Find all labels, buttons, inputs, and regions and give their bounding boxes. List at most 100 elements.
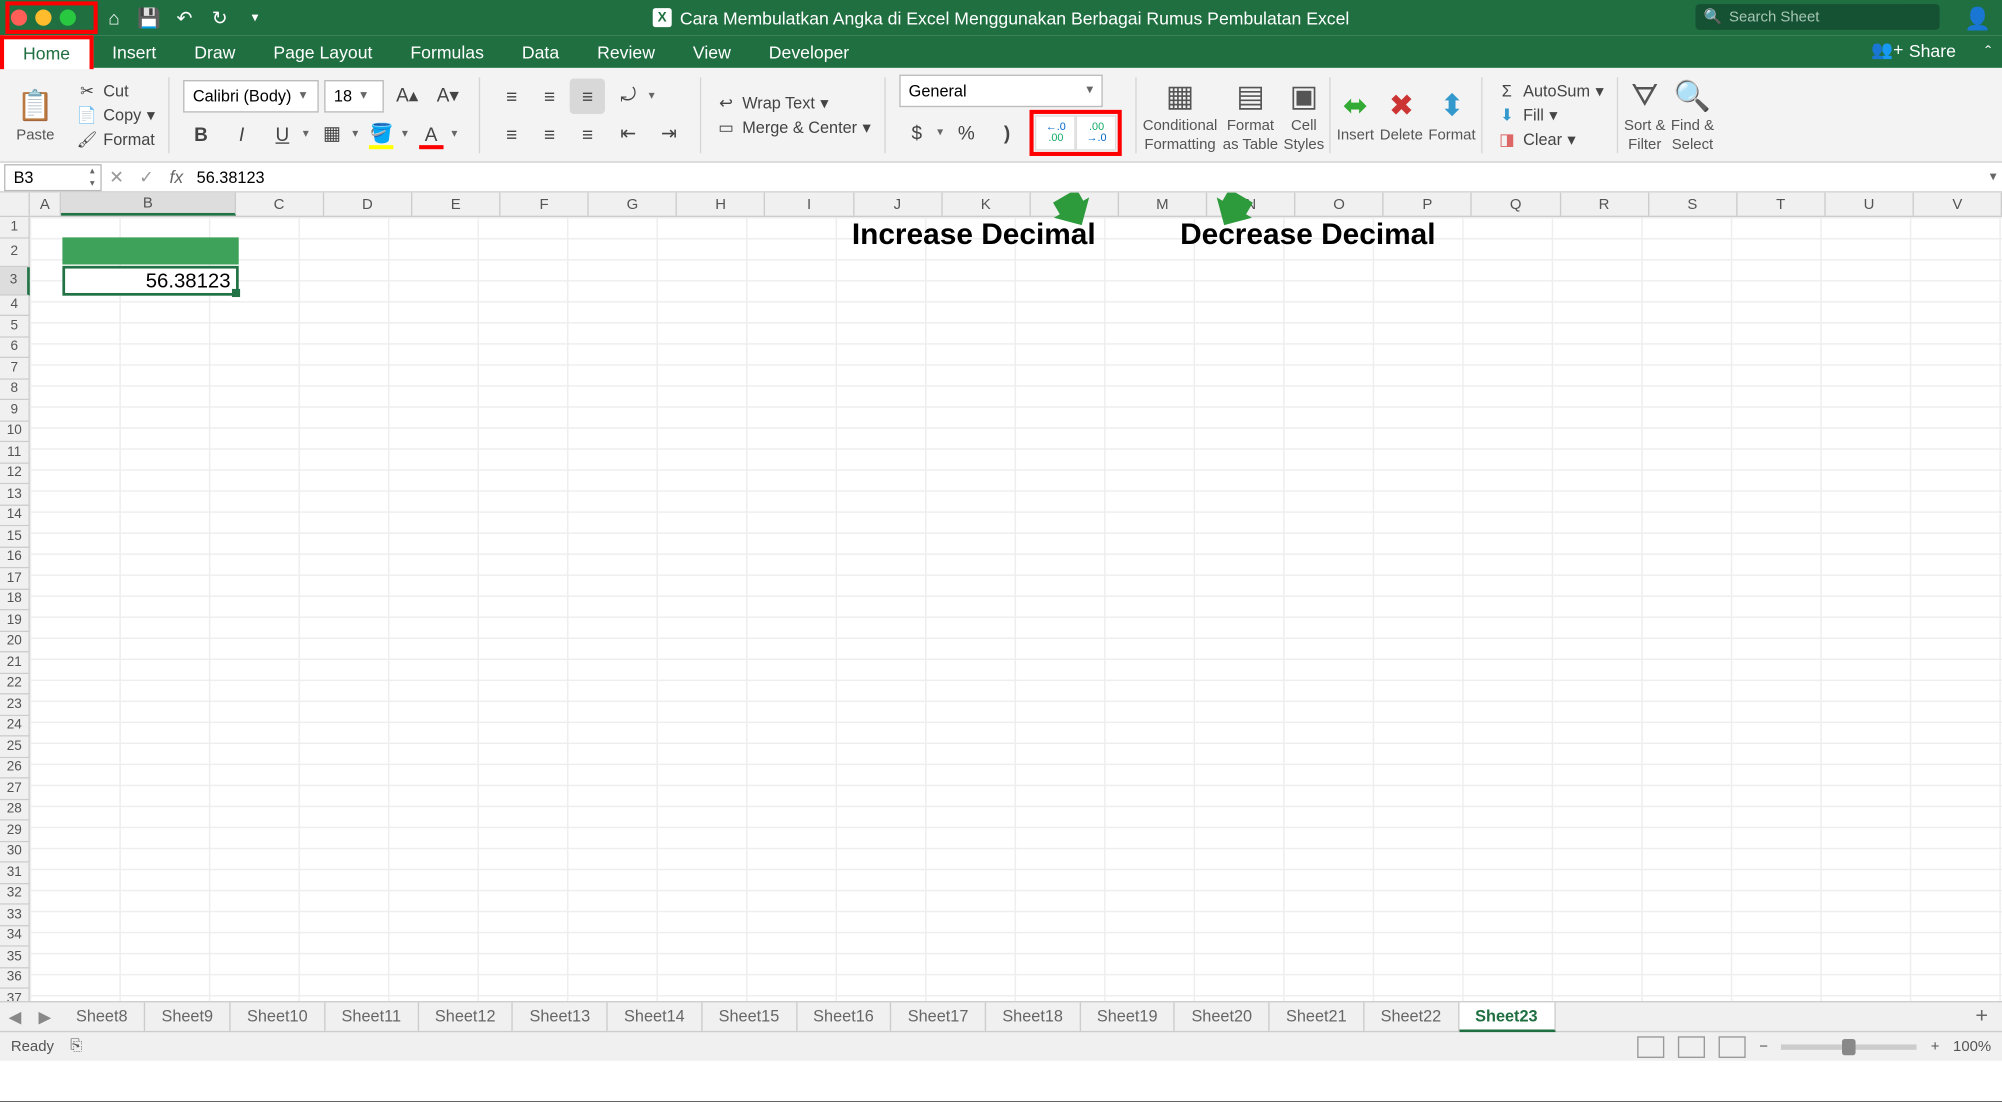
row-header-23[interactable]: 23	[0, 694, 30, 715]
cell-b2[interactable]	[62, 237, 238, 264]
row-header-29[interactable]: 29	[0, 821, 30, 842]
align-bottom-icon[interactable]: ≡	[570, 78, 605, 113]
user-icon[interactable]: 👤	[1964, 5, 1988, 29]
row-header-33[interactable]: 33	[0, 905, 30, 926]
row-header-22[interactable]: 22	[0, 673, 30, 694]
tab-view[interactable]: View	[674, 37, 750, 68]
insert-cells-button[interactable]: ⬌Insert	[1336, 86, 1374, 143]
font-color-button[interactable]: A	[413, 116, 448, 151]
sheet-nav-next-icon[interactable]: ▶	[30, 1007, 60, 1026]
save-icon[interactable]: 💾	[138, 7, 160, 29]
bold-button[interactable]: B	[183, 116, 218, 151]
col-header-d[interactable]: D	[324, 193, 412, 216]
fill-color-button[interactable]: 🪣	[364, 116, 399, 151]
qat-more-icon[interactable]: ▾	[244, 7, 266, 29]
tab-draw[interactable]: Draw	[175, 37, 254, 68]
col-header-v[interactable]: V	[1914, 193, 2002, 216]
row-header-13[interactable]: 13	[0, 484, 30, 505]
delete-cells-button[interactable]: ✖Delete	[1380, 86, 1423, 143]
name-box[interactable]: B3▴▾	[4, 163, 102, 190]
row-header-14[interactable]: 14	[0, 505, 30, 526]
cell-b3-selected[interactable]: 56.38123	[62, 266, 238, 296]
col-header-c[interactable]: C	[236, 193, 324, 216]
col-header-a[interactable]: A	[29, 193, 61, 216]
sheet-tab-sheet17[interactable]: Sheet17	[891, 1002, 986, 1032]
find-select-button[interactable]: 🔍Find &Select	[1671, 77, 1714, 153]
row-header-28[interactable]: 28	[0, 800, 30, 821]
sheet-tab-sheet14[interactable]: Sheet14	[608, 1002, 703, 1032]
row-header-10[interactable]: 10	[0, 421, 30, 442]
col-header-r[interactable]: R	[1561, 193, 1649, 216]
border-button[interactable]: ▦	[314, 116, 349, 151]
row-header-21[interactable]: 21	[0, 652, 30, 673]
format-cells-button[interactable]: ⬍Format	[1428, 86, 1475, 143]
col-header-q[interactable]: Q	[1472, 193, 1560, 216]
row-header-6[interactable]: 6	[0, 337, 30, 358]
align-top-icon[interactable]: ≡	[494, 78, 529, 113]
col-header-j[interactable]: J	[854, 193, 942, 216]
decrease-font-icon[interactable]: A▾	[430, 78, 465, 113]
row-header-19[interactable]: 19	[0, 610, 30, 631]
search-sheet-input[interactable]: 🔍 Search Sheet	[1696, 4, 1940, 30]
row-header-26[interactable]: 26	[0, 758, 30, 779]
tab-insert[interactable]: Insert	[93, 37, 175, 68]
col-header-b[interactable]: B	[62, 193, 236, 216]
increase-indent-icon[interactable]: ⇥	[651, 116, 686, 151]
currency-icon[interactable]: $	[899, 115, 934, 150]
row-header-37[interactable]: 37	[0, 989, 30, 1001]
minimize-window-button[interactable]	[35, 9, 51, 25]
row-header-16[interactable]: 16	[0, 547, 30, 568]
undo-icon[interactable]: ↶	[174, 7, 196, 29]
row-header-20[interactable]: 20	[0, 631, 30, 652]
sheet-tab-sheet13[interactable]: Sheet13	[513, 1002, 608, 1032]
tab-page-layout[interactable]: Page Layout	[254, 37, 391, 68]
clear-button[interactable]: ◨Clear ▾	[1496, 128, 1604, 150]
copy-button[interactable]: 📄Copy ▾	[76, 104, 155, 126]
cell-styles-button[interactable]: ▣CellStyles	[1284, 77, 1325, 153]
format-as-table-button[interactable]: ▤Formatas Table	[1223, 77, 1278, 153]
col-header-p[interactable]: P	[1384, 193, 1472, 216]
merge-center-button[interactable]: ▭Merge & Center ▾	[715, 116, 871, 138]
number-format-combo[interactable]: General▾	[899, 74, 1102, 107]
expand-formula-icon[interactable]: ▾	[1990, 170, 1997, 185]
row-header-7[interactable]: 7	[0, 358, 30, 379]
sheet-tab-sheet23[interactable]: Sheet23	[1459, 1002, 1555, 1032]
col-header-f[interactable]: F	[501, 193, 589, 216]
sheet-tab-sheet20[interactable]: Sheet20	[1175, 1002, 1270, 1032]
macro-record-icon[interactable]: ⎘	[70, 1038, 82, 1056]
row-header-35[interactable]: 35	[0, 947, 30, 968]
orientation-icon[interactable]: ⤾	[611, 78, 646, 113]
row-header-27[interactable]: 27	[0, 779, 30, 800]
sheet-nav-prev-icon[interactable]: ◀	[0, 1007, 30, 1026]
sheet-tab-sheet19[interactable]: Sheet19	[1081, 1002, 1176, 1032]
row-header-31[interactable]: 31	[0, 863, 30, 884]
sheet-tab-sheet16[interactable]: Sheet16	[797, 1002, 892, 1032]
row-header-5[interactable]: 5	[0, 316, 30, 337]
row-header-12[interactable]: 12	[0, 463, 30, 484]
col-header-e[interactable]: E	[412, 193, 500, 216]
decrease-indent-icon[interactable]: ⇤	[611, 116, 646, 151]
col-header-h[interactable]: H	[677, 193, 765, 216]
row-header-24[interactable]: 24	[0, 716, 30, 737]
conditional-formatting-button[interactable]: ▦ConditionalFormatting	[1143, 77, 1218, 153]
row-header-2[interactable]: 2	[0, 238, 30, 266]
page-layout-view-icon[interactable]	[1678, 1036, 1705, 1058]
zoom-out-button[interactable]: −	[1759, 1038, 1768, 1054]
sheet-tab-sheet11[interactable]: Sheet11	[325, 1002, 418, 1032]
align-middle-icon[interactable]: ≡	[532, 78, 567, 113]
col-header-o[interactable]: O	[1296, 193, 1384, 216]
row-header-32[interactable]: 32	[0, 884, 30, 905]
row-header-18[interactable]: 18	[0, 589, 30, 610]
autosum-button[interactable]: ΣAutoSum ▾	[1496, 79, 1604, 101]
row-header-36[interactable]: 36	[0, 968, 30, 989]
col-header-u[interactable]: U	[1826, 193, 1914, 216]
row-header-17[interactable]: 17	[0, 568, 30, 589]
comma-icon[interactable]: )	[989, 115, 1024, 150]
normal-view-icon[interactable]	[1637, 1036, 1664, 1058]
tab-data[interactable]: Data	[503, 37, 578, 68]
row-header-4[interactable]: 4	[0, 295, 30, 316]
row-header-34[interactable]: 34	[0, 926, 30, 947]
col-header-t[interactable]: T	[1737, 193, 1825, 216]
sheet-tab-sheet18[interactable]: Sheet18	[986, 1002, 1081, 1032]
col-header-s[interactable]: S	[1649, 193, 1737, 216]
